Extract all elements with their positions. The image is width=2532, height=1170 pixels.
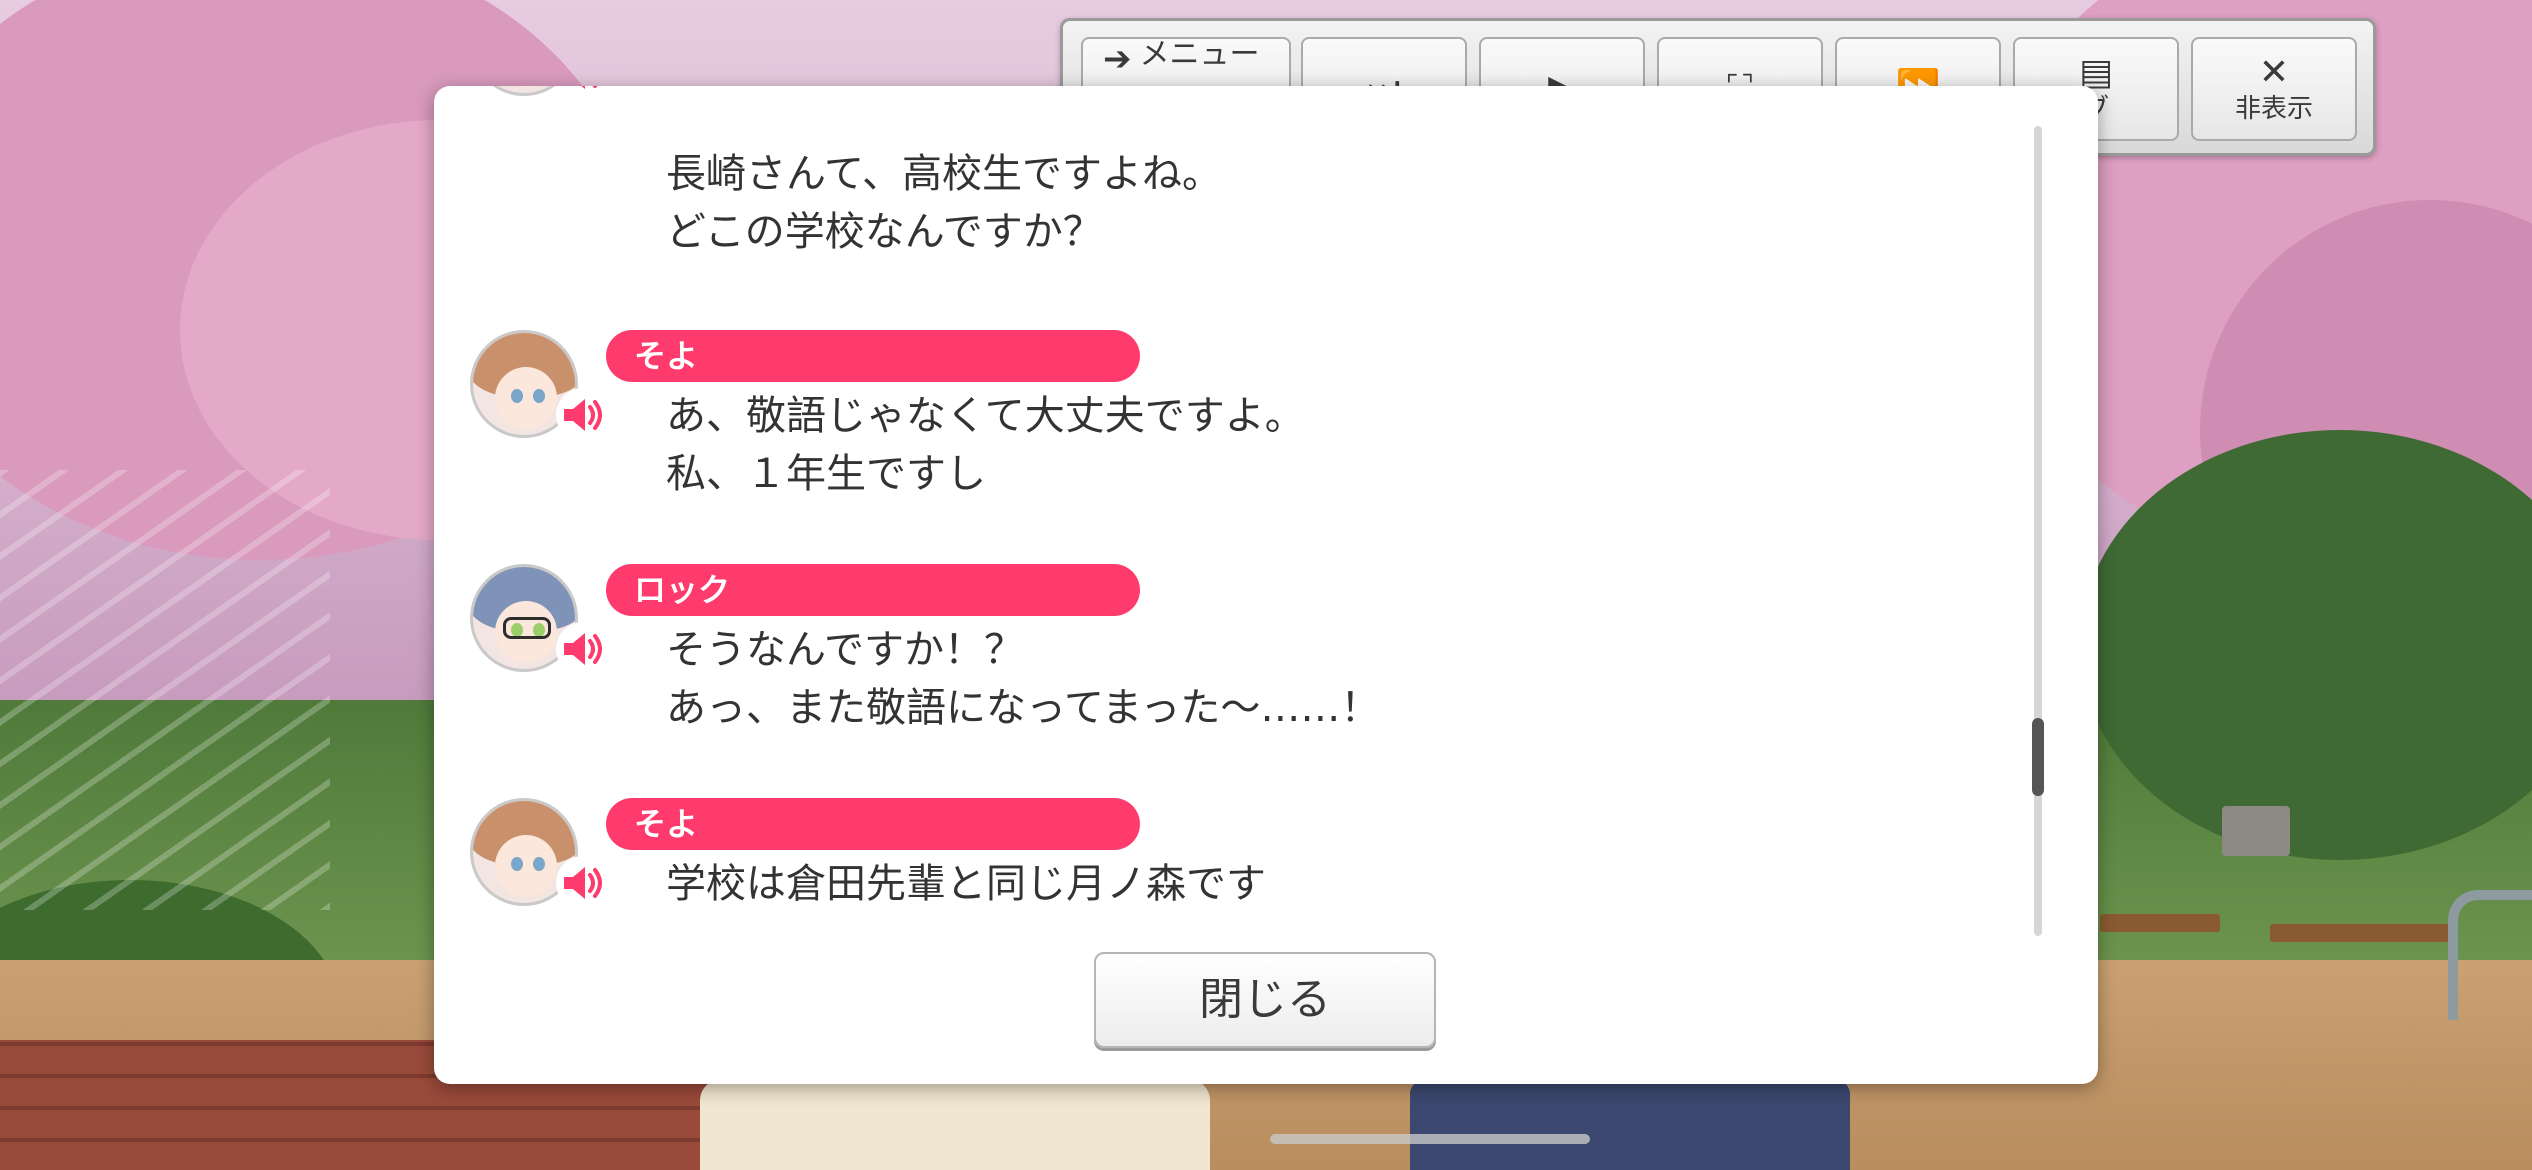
character-coat — [1410, 1080, 1850, 1170]
speaker-name-bar: そよ — [606, 330, 1140, 382]
menu-arrow-icon: ➔ — [1103, 39, 1132, 79]
speaker-icon — [564, 399, 602, 431]
dialogue-line: そうなんですか！？ — [666, 627, 1024, 673]
voice-replay-button[interactable] — [556, 622, 610, 676]
scrollbar-track[interactable] — [2034, 126, 2042, 936]
voice-replay-button[interactable] — [556, 86, 610, 100]
voice-replay-button[interactable] — [556, 856, 610, 910]
dialogue-line: どこの学校なんですか？ — [666, 209, 1103, 255]
speaker-icon — [564, 867, 602, 899]
dialogue-line: 学校は倉田先輩と同じ月ノ森です — [666, 861, 1266, 907]
speaker-name-bar: そよ — [606, 798, 1140, 850]
voice-replay-button[interactable] — [556, 388, 610, 442]
home-indicator[interactable] — [1270, 1134, 1590, 1144]
scrollbar-thumb[interactable] — [2032, 718, 2044, 796]
speaker-icon — [581, 86, 598, 89]
speaker-icon — [564, 633, 602, 665]
railing — [2448, 890, 2532, 1020]
character-skirt — [700, 1080, 1210, 1170]
dialogue-log-modal: 長崎さんて、高校生ですよね。 どこの学校なんですか？ そよ あ、敬語じゃなくて大… — [434, 86, 2098, 1084]
dialogue-line: あっ、また敬語になってまった〜……！ — [666, 685, 1381, 731]
log-entry: そよ 学校は倉田先輩と同じ月ノ森です — [470, 798, 2030, 936]
bench-1 — [2100, 914, 2220, 932]
stairs — [0, 470, 330, 910]
log-entry: 長崎さんて、高校生ですよね。 どこの学校なんですか？ — [470, 86, 2030, 255]
menu-label: メニュー — [1139, 37, 1260, 72]
speaker-name-bar: ロック — [606, 564, 1140, 616]
hide-label: 非表示 — [2234, 94, 2313, 124]
dialogue-line: 私、１年生ですし — [666, 451, 986, 497]
dialogue-log-list[interactable]: 長崎さんて、高校生ですよね。 どこの学校なんですか？ そよ あ、敬語じゃなくて大… — [434, 86, 2054, 936]
dialogue-line: 長崎さんて、高校生ですよね。 — [666, 151, 1222, 197]
close-icon: ✕ — [2258, 52, 2290, 93]
dialogue-line: あ、敬語じゃなくて大丈夫ですよ。 — [666, 393, 1305, 439]
log-entry: ロック そうなんですか！？ あっ、また敬語になってまった〜……！ — [470, 564, 2030, 784]
hide-button[interactable]: ✕ 非表示 — [2191, 37, 2357, 141]
close-log-button[interactable]: 閉じる — [1094, 952, 1436, 1048]
park-sign — [2222, 806, 2290, 856]
bench-2 — [2270, 924, 2450, 942]
log-entry: そよ あ、敬語じゃなくて大丈夫ですよ。 私、１年生ですし — [470, 330, 2030, 550]
